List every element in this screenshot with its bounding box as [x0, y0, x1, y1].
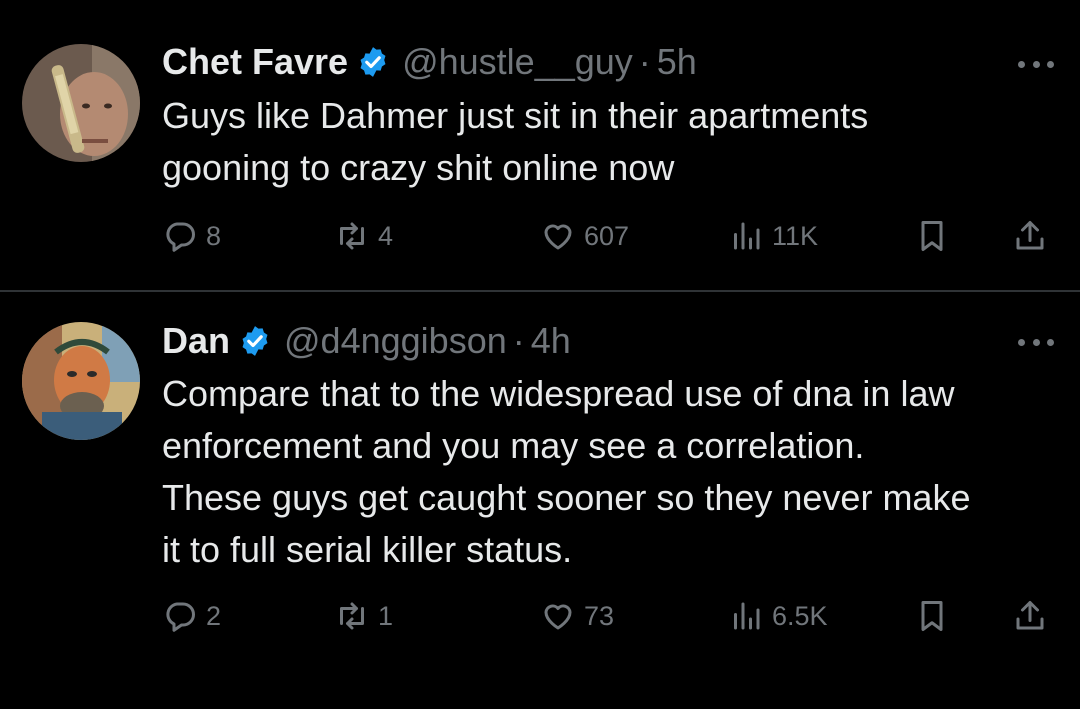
- views-count: 6.5K: [772, 600, 828, 631]
- bookmark-icon: [921, 221, 943, 251]
- tweet-header: Dan @d4nggibson · 4h: [162, 319, 571, 363]
- author-handle[interactable]: @d4nggibson: [284, 319, 507, 363]
- author-name[interactable]: Dan: [162, 319, 230, 363]
- share-icon: [1016, 221, 1044, 250]
- reply-icon: [166, 602, 195, 632]
- separator: ·: [638, 41, 651, 82]
- repost-button[interactable]: 4: [334, 214, 393, 258]
- like-count: 73: [584, 600, 615, 631]
- share-button[interactable]: [1012, 594, 1048, 638]
- repost-icon: [340, 222, 364, 250]
- avatar-image: [22, 44, 140, 162]
- author-handle[interactable]: @hustle__guy: [402, 40, 633, 84]
- verified-badge-icon: [356, 45, 390, 79]
- bookmark-button[interactable]: [914, 214, 950, 258]
- reply-count: 2: [206, 600, 222, 631]
- share-icon: [1016, 601, 1044, 630]
- tweet-text: Compare that to the widespread use of dn…: [162, 373, 971, 570]
- avatar-image: [22, 322, 140, 440]
- tweet-actions: 2 1 73 6.5K: [162, 594, 1057, 638]
- avatar[interactable]: [22, 322, 140, 440]
- bookmark-icon: [921, 601, 943, 631]
- repost-button[interactable]: 1: [334, 594, 393, 638]
- views-icon: [734, 602, 760, 630]
- tweet-actions: 8 4 607 11K: [162, 214, 1057, 258]
- views-icon: [734, 222, 760, 250]
- views-button[interactable]: 11K: [728, 214, 818, 258]
- views-count: 11K: [772, 220, 819, 251]
- like-count: 607: [584, 220, 630, 251]
- bookmark-button[interactable]: [914, 594, 950, 638]
- like-button[interactable]: 607: [540, 214, 629, 258]
- reply-count: 8: [206, 220, 222, 251]
- heart-icon: [544, 604, 572, 630]
- views-button[interactable]: 6.5K: [728, 594, 828, 638]
- like-button[interactable]: 73: [540, 594, 614, 638]
- repost-icon: [340, 602, 364, 630]
- reply-button[interactable]: 2: [162, 594, 221, 638]
- separator: ·: [512, 320, 525, 361]
- reply-icon: [166, 222, 195, 252]
- tweet[interactable]: Chet Favre @hustle__guy · 5h Guys like D…: [0, 0, 1080, 290]
- more-icon[interactable]: [1018, 58, 1054, 70]
- verified-badge-icon: [238, 324, 272, 358]
- tweet-header: Chet Favre @hustle__guy · 5h: [162, 40, 697, 84]
- avatar[interactable]: [22, 44, 140, 162]
- repost-count: 1: [378, 600, 394, 631]
- timestamp[interactable]: 4h: [531, 319, 571, 363]
- author-name[interactable]: Chet Favre: [162, 40, 348, 84]
- repost-count: 4: [378, 220, 394, 251]
- timestamp[interactable]: 5h: [657, 40, 697, 84]
- heart-icon: [544, 224, 572, 250]
- tweet-text: Guys like Dahmer just sit in their apart…: [162, 95, 869, 188]
- more-icon[interactable]: [1018, 336, 1054, 348]
- reply-button[interactable]: 8: [162, 214, 221, 258]
- share-button[interactable]: [1012, 214, 1048, 258]
